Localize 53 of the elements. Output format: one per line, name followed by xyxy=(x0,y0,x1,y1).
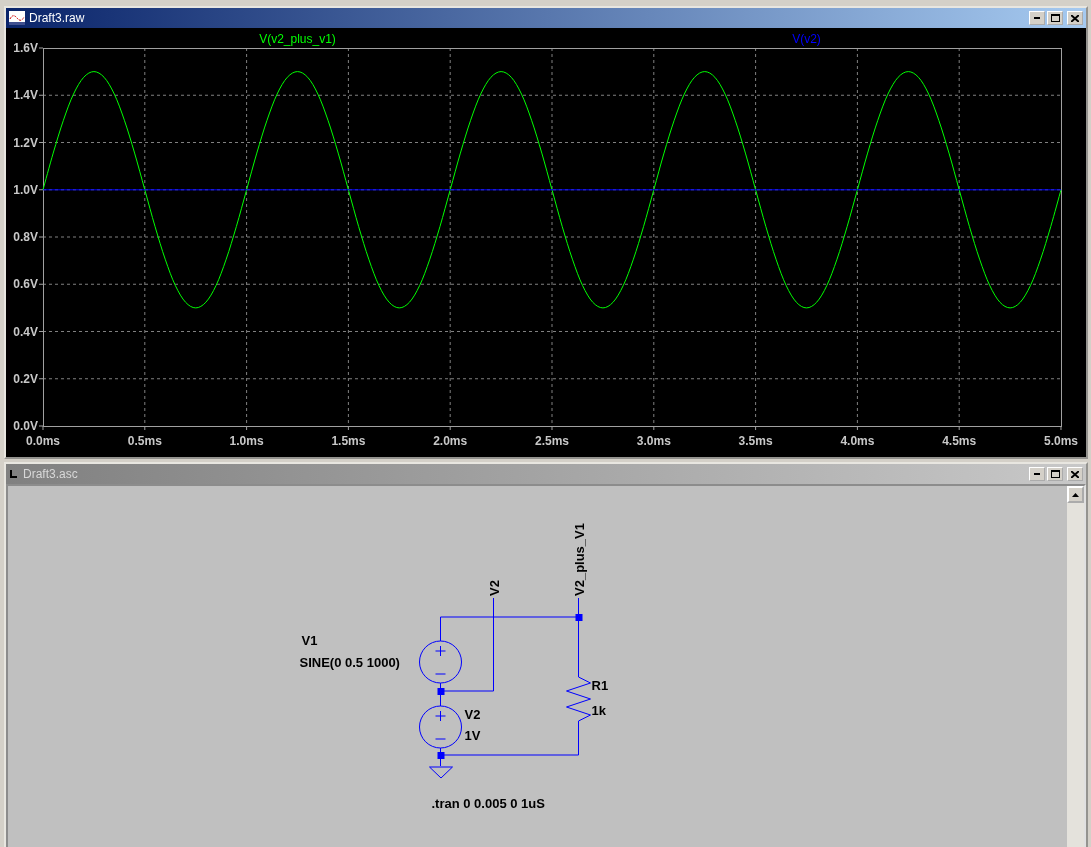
y-tick-label: 1.0V xyxy=(13,182,38,197)
x-tick-label: 3.5ms xyxy=(738,434,773,448)
maximize-icon xyxy=(1050,470,1060,478)
window-title: Draft3.raw xyxy=(29,11,86,25)
close-icon xyxy=(1071,470,1079,478)
resistor-symbol xyxy=(566,676,591,722)
x-tick-label: 2.5ms xyxy=(535,434,569,448)
x-tick-label: 1.5ms xyxy=(331,434,366,448)
window-title: Draft3.asc xyxy=(23,467,79,481)
minimize-icon xyxy=(1034,17,1040,19)
component-name: R1 xyxy=(591,678,609,693)
x-tick-label: 0.0ms xyxy=(26,434,60,448)
component-value: 1k xyxy=(591,703,606,718)
x-tick-label: 3.0ms xyxy=(636,434,671,448)
y-tick-label: 0.0V xyxy=(13,419,38,433)
schematic-window-icon xyxy=(9,469,19,479)
y-tick-label: 1.6V xyxy=(13,41,38,55)
trace-label[interactable]: V(v2_plus_v1) xyxy=(259,32,336,46)
x-tick-label: 4.5ms xyxy=(942,434,977,448)
net-label: V2 xyxy=(486,580,502,596)
maximize-button[interactable] xyxy=(1047,467,1063,481)
maximize-icon xyxy=(1050,14,1060,22)
x-tick-label: 1.0ms xyxy=(229,434,264,448)
close-icon xyxy=(1071,14,1079,22)
component-value: SINE(0 0.5 1000) xyxy=(299,655,400,670)
spice-directive: .tran 0 0.005 0 1uS xyxy=(431,796,545,811)
minimize-button[interactable] xyxy=(1029,11,1045,25)
x-tick-label: 5.0ms xyxy=(1044,434,1078,448)
close-button[interactable] xyxy=(1067,11,1083,25)
y-tick-label: 0.2V xyxy=(13,371,38,386)
maximize-button[interactable] xyxy=(1047,11,1063,25)
ground-symbol xyxy=(429,766,453,779)
x-tick-label: 0.5ms xyxy=(127,434,162,448)
minimize-button[interactable] xyxy=(1029,467,1045,481)
y-tick-label: 0.6V xyxy=(13,277,38,292)
component-value: 1V xyxy=(464,728,481,743)
y-tick-label: 0.4V xyxy=(13,324,38,339)
component-name: V2 xyxy=(464,707,481,722)
x-tick-label: 4.0ms xyxy=(840,434,875,448)
scroll-up-button[interactable] xyxy=(1067,486,1084,503)
voltage-source-symbol xyxy=(419,705,462,749)
up-arrow-icon xyxy=(1072,492,1079,497)
close-button[interactable] xyxy=(1067,467,1083,481)
waveform-window-icon xyxy=(9,11,25,25)
vertical-scrollbar[interactable] xyxy=(1067,486,1084,847)
x-tick-label: 2.0ms xyxy=(433,434,468,448)
y-tick-label: 0.8V xyxy=(13,230,38,244)
net-label: V2_plus_V1 xyxy=(571,523,587,596)
voltage-source-symbol xyxy=(419,640,462,684)
minimize-icon xyxy=(1034,473,1040,475)
y-tick-label: 1.4V xyxy=(13,88,38,103)
component-name: V1 xyxy=(301,633,318,648)
y-tick-label: 1.2V xyxy=(13,135,38,150)
